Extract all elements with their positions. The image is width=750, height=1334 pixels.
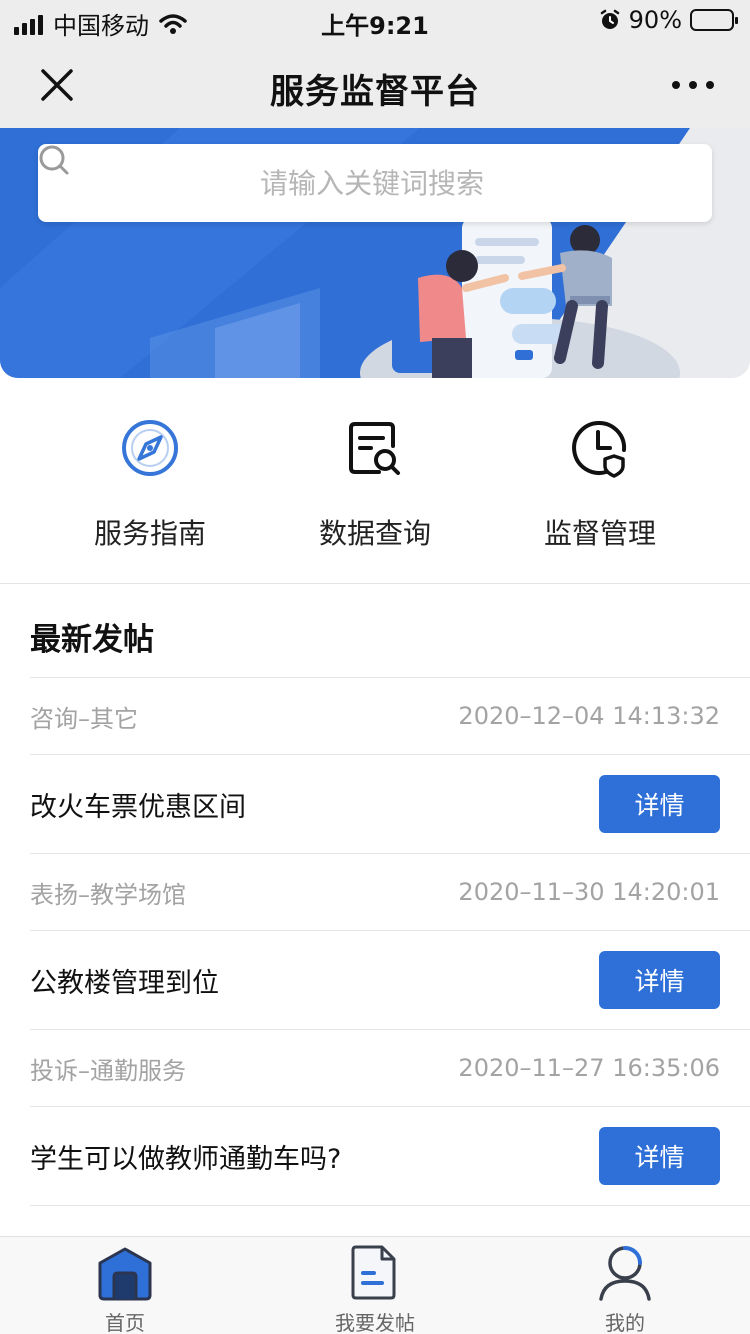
post-time: 2020–12–04 14:13:32 [458, 702, 720, 730]
compass-icon [122, 420, 178, 476]
nav-bar: 服务监督平台 [0, 42, 750, 128]
quick-entry-label: 服务指南 [93, 517, 206, 550]
post-title-row[interactable]: 公教楼管理到位 详情 [30, 930, 750, 1029]
more-menu-icon[interactable] [668, 70, 718, 100]
detail-button[interactable]: 详情 [599, 951, 720, 1009]
status-right: 90% [599, 6, 738, 34]
status-bar: 中国移动 上午9:21 90% [0, 0, 750, 42]
battery-icon [690, 9, 738, 31]
tab-mine[interactable]: 我的 [555, 1243, 695, 1334]
quick-entry-label: 监督管理 [543, 517, 656, 550]
alarm-icon [600, 9, 619, 29]
post-meta-row: 投诉–通勤服务 2020–11–27 16:35:06 [30, 1029, 750, 1106]
section-title: 最新发帖 [30, 622, 154, 658]
post-list: 咨询–其它 2020–12–04 14:13:32 改火车票优惠区间 详情 表扬… [30, 677, 750, 1239]
quick-entries: 服务指南 数据查询 监督管理 [0, 378, 750, 584]
post-meta-row-partial [30, 1205, 750, 1239]
tab-label: 我的 [605, 1311, 645, 1334]
post-title: 学生可以做教师通勤车吗? [30, 1143, 342, 1175]
post-title: 改火车票优惠区间 [30, 791, 246, 823]
banner [0, 128, 750, 378]
post-category: 投诉–通勤服务 [30, 1056, 186, 1085]
data-query-entry[interactable]: 数据查询 [285, 416, 465, 552]
tab-home[interactable]: 首页 [55, 1243, 195, 1334]
post-title: 公教楼管理到位 [30, 967, 219, 999]
post-meta-row: 咨询–其它 2020–12–04 14:13:32 [30, 677, 750, 754]
page-title: 服务监督平台 [270, 72, 480, 112]
document-search-icon [349, 422, 400, 475]
app-screen: 中国移动 上午9:21 90% 服务监督平台 请输入关键词搜索 服务指南 数据查… [0, 0, 750, 1334]
post-title-row[interactable]: 学生可以做教师通勤车吗? 详情 [30, 1106, 750, 1205]
supervision-entry[interactable]: 监督管理 [510, 416, 690, 552]
post-meta-row: 表扬–教学场馆 2020–11–30 14:20:01 [30, 853, 750, 930]
post-category: 表扬–教学场馆 [30, 880, 186, 909]
post-time: 2020–11–27 16:35:06 [458, 1054, 720, 1082]
tab-bar: 首页 我要发帖 我的 [0, 1236, 750, 1334]
quick-entry-label: 数据查询 [318, 517, 431, 550]
tab-post[interactable]: 我要发帖 [305, 1243, 445, 1334]
detail-button[interactable]: 详情 [599, 1127, 720, 1185]
post-time: 2020–11–30 14:20:01 [458, 878, 720, 906]
tab-label: 我要发帖 [335, 1311, 415, 1334]
search-input[interactable] [260, 166, 490, 200]
service-guide-entry[interactable]: 服务指南 [60, 416, 240, 552]
post-category: 咨询–其它 [30, 704, 138, 733]
search-bar[interactable] [38, 144, 712, 222]
detail-button[interactable]: 详情 [599, 775, 720, 833]
tab-label: 首页 [105, 1311, 145, 1334]
clock-shield-icon [572, 420, 627, 478]
battery-percent: 90% [628, 6, 682, 34]
home-icon [98, 1247, 152, 1301]
search-icon [39, 145, 69, 175]
post-title-row[interactable]: 改火车票优惠区间 详情 [30, 754, 750, 853]
user-icon [599, 1246, 651, 1301]
post-icon [351, 1245, 396, 1300]
